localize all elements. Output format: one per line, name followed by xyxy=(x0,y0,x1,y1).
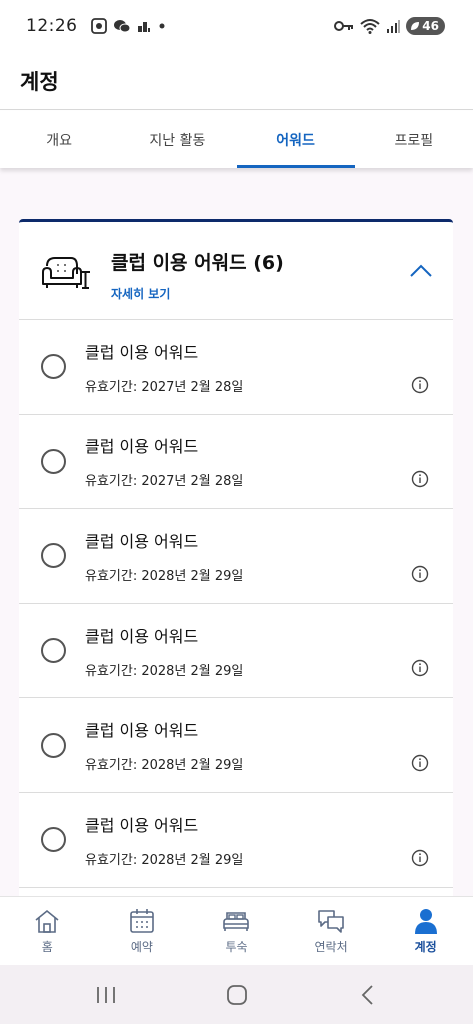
award-validity: 유효기간: 2028년 2월 29일 xyxy=(85,758,244,774)
nav-account-label: 계정 xyxy=(414,939,437,954)
award-item[interactable]: 클럽 이용 어워드 유효기간: 2028년 2월 29일 xyxy=(19,793,453,888)
award-validity: 유효기간: 2027년 2월 28일 xyxy=(85,474,244,490)
nav-booking-label: 예약 xyxy=(130,939,153,954)
award-item[interactable]: 클럽 이용 어워드 유효기간: 2027년 2월 28일 xyxy=(19,415,453,510)
tab-awards[interactable]: 어워드 xyxy=(236,111,356,168)
award-radio[interactable] xyxy=(41,448,66,474)
award-validity: 유효기간: 2028년 2월 29일 xyxy=(85,852,244,868)
award-name: 클럽 이용 어워드 xyxy=(85,437,199,457)
award-radio[interactable] xyxy=(41,827,66,853)
award-list: 클럽 이용 어워드 유효기간: 2027년 2월 28일 클럽 이용 어워드 유… xyxy=(19,320,453,888)
leaf-icon xyxy=(411,22,420,30)
back-icon[interactable] xyxy=(354,983,382,1007)
tab-past-activity[interactable]: 지난 활동 xyxy=(118,111,236,168)
info-icon[interactable] xyxy=(411,849,429,867)
armchair-icon xyxy=(42,257,90,289)
award-item[interactable]: 클럽 이용 어워드 유효기간: 2027년 2월 28일 xyxy=(19,320,453,415)
dot-icon xyxy=(159,23,164,29)
award-name: 클럽 이용 어워드 xyxy=(85,342,199,362)
notification-icons xyxy=(90,17,167,35)
award-radio[interactable] xyxy=(41,638,66,664)
person-icon xyxy=(414,908,437,934)
screenshot-icon xyxy=(90,18,107,34)
award-name: 클럽 이용 어워드 xyxy=(85,626,199,646)
award-card: 클럽 이용 어워드 (6) 자세히 보기 클럽 이용 어워드 유효기간: 202… xyxy=(19,219,453,896)
recent-apps-icon[interactable] xyxy=(92,983,120,1007)
award-validity: 유효기간: 2027년 2월 28일 xyxy=(85,379,244,395)
wechat-icon xyxy=(113,20,130,33)
key-icon xyxy=(334,21,354,31)
info-icon[interactable] xyxy=(411,376,429,394)
tab-profile[interactable]: 프로필 xyxy=(355,111,473,168)
award-radio[interactable] xyxy=(41,543,66,569)
award-card-title: 클럽 이용 어워드 (6) xyxy=(111,252,284,274)
battery-indicator: 46 xyxy=(406,17,445,35)
chat-icon xyxy=(318,909,344,933)
award-item[interactable]: 클럽 이용 어워드 유효기간: 2028년 2월 29일 xyxy=(19,509,453,604)
battery-level: 46 xyxy=(422,19,439,33)
award-validity: 유효기간: 2028년 2월 29일 xyxy=(85,568,244,584)
nav-stays-label: 투숙 xyxy=(225,939,248,954)
status-bar: 12:26 46 xyxy=(0,0,473,52)
bottom-nav: 홈 예약 투숙 연락처 계정 xyxy=(0,896,473,965)
nav-contact[interactable]: 연락처 xyxy=(284,897,379,965)
info-icon[interactable] xyxy=(411,470,429,488)
page-title: 계정 xyxy=(20,69,59,94)
chart-app-icon xyxy=(137,22,150,32)
tab-bar: 개요 지난 활동 어워드 프로필 xyxy=(0,111,473,168)
nav-home[interactable]: 홈 xyxy=(0,897,95,965)
award-name: 클럽 이용 어워드 xyxy=(85,531,199,551)
award-name: 클럽 이용 어워드 xyxy=(85,721,199,741)
system-nav-bar xyxy=(0,965,473,1024)
view-details-link[interactable]: 자세히 보기 xyxy=(111,285,284,302)
nav-home-label: 홈 xyxy=(41,939,53,954)
award-validity: 유효기간: 2028년 2월 29일 xyxy=(85,663,244,679)
award-item[interactable]: 클럽 이용 어워드 유효기간: 2028년 2월 29일 xyxy=(19,698,453,793)
bed-icon xyxy=(223,911,250,931)
chevron-up-icon[interactable] xyxy=(409,262,433,278)
nav-stays[interactable]: 투숙 xyxy=(189,897,284,965)
calendar-icon xyxy=(130,908,154,933)
home-icon xyxy=(35,909,59,933)
award-card-header[interactable]: 클럽 이용 어워드 (6) 자세히 보기 xyxy=(19,222,453,320)
award-radio[interactable] xyxy=(41,354,66,380)
wifi-icon xyxy=(360,19,380,34)
nav-contact-label: 연락처 xyxy=(314,939,348,954)
info-icon[interactable] xyxy=(411,754,429,772)
award-name: 클럽 이용 어워드 xyxy=(85,815,199,835)
info-icon[interactable] xyxy=(411,565,429,583)
app-header: 계정 xyxy=(0,52,473,110)
main-content: 클럽 이용 어워드 (6) 자세히 보기 클럽 이용 어워드 유효기간: 202… xyxy=(0,168,473,896)
home-button-icon[interactable] xyxy=(223,983,251,1007)
nav-account[interactable]: 계정 xyxy=(378,897,473,965)
signal-icon xyxy=(387,20,401,33)
tab-overview[interactable]: 개요 xyxy=(0,111,118,168)
award-radio[interactable] xyxy=(41,732,66,758)
status-time: 12:26 xyxy=(26,16,78,36)
award-item[interactable]: 클럽 이용 어워드 유효기간: 2028년 2월 29일 xyxy=(19,604,453,699)
info-icon[interactable] xyxy=(411,659,429,677)
nav-booking[interactable]: 예약 xyxy=(95,897,190,965)
